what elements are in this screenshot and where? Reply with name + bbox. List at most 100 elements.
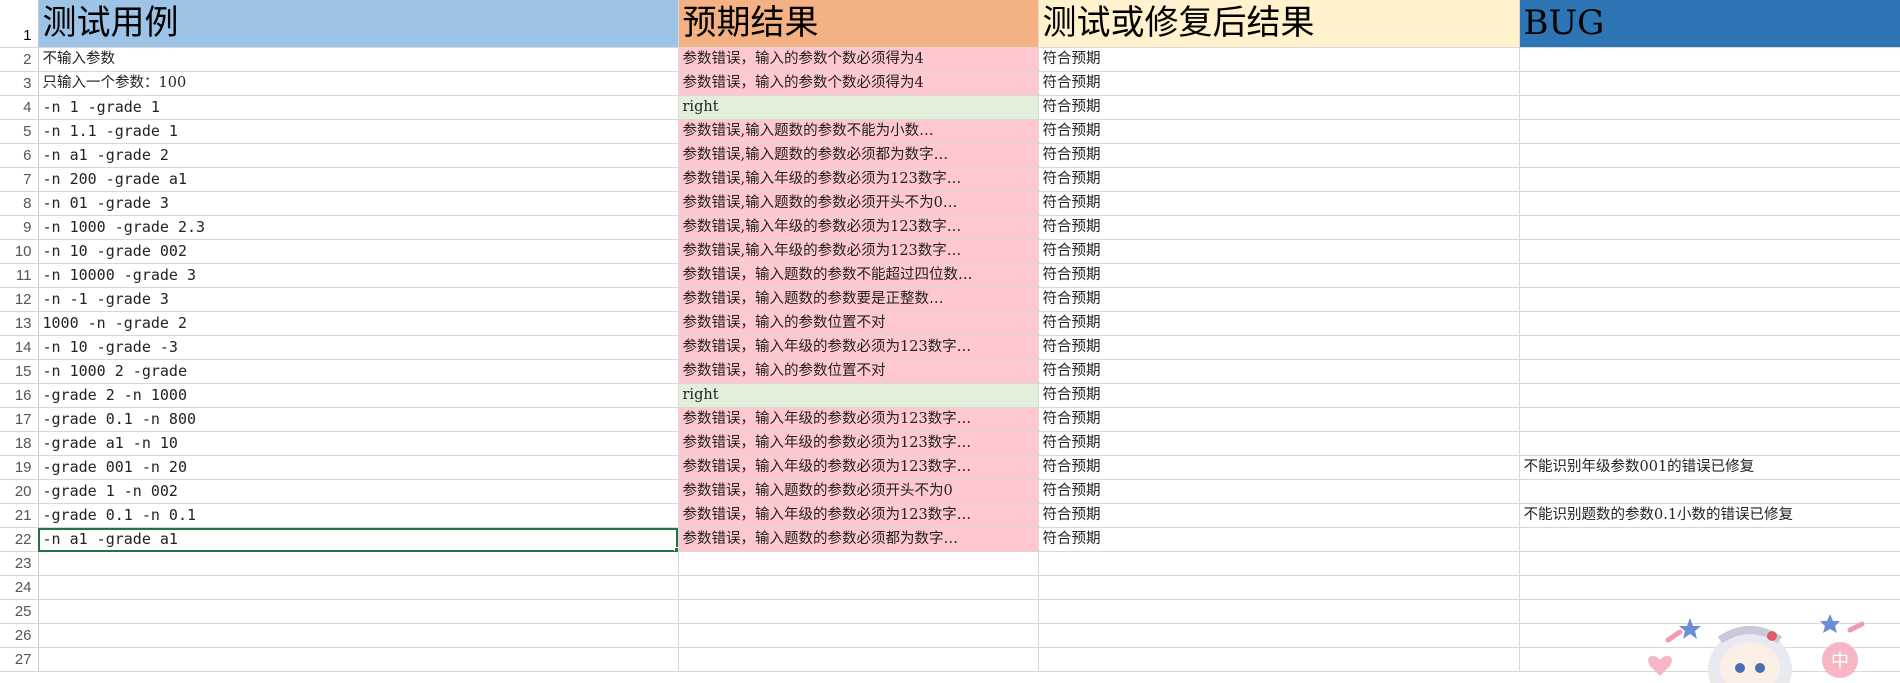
test-case-cell[interactable]: 不输入参数 — [38, 47, 679, 72]
expected-result-cell[interactable]: 参数错误，输入年级的参数必须为123数字… — [678, 407, 1039, 432]
test-case-cell[interactable]: -grade 2 -n 1000 — [38, 383, 679, 408]
test-case-cell[interactable]: -n 10000 -grade 3 — [38, 263, 679, 288]
test-case-cell[interactable]: -n 1 -grade 1 — [38, 95, 679, 120]
expected-result-cell[interactable]: 参数错误，输入年级的参数必须为123数字… — [678, 503, 1039, 528]
row-number[interactable]: 19 — [0, 455, 39, 480]
empty-cell[interactable] — [1038, 623, 1520, 648]
bug-cell[interactable] — [1519, 335, 1900, 360]
row-number[interactable]: 9 — [0, 215, 39, 240]
expected-result-cell[interactable]: 参数错误,输入题数的参数不能为小数… — [678, 119, 1039, 144]
expected-result-cell[interactable]: 参数错误，输入年级的参数必须为123数字… — [678, 431, 1039, 456]
header-bug[interactable]: BUG — [1519, 0, 1900, 48]
empty-cell[interactable] — [678, 647, 1039, 672]
bug-cell[interactable] — [1519, 143, 1900, 168]
actual-result-cell[interactable]: 符合预期 — [1038, 191, 1520, 216]
test-case-cell[interactable]: -n 200 -grade a1 — [38, 167, 679, 192]
fill-handle[interactable] — [673, 547, 677, 551]
actual-result-cell[interactable]: 符合预期 — [1038, 143, 1520, 168]
row-number[interactable]: 3 — [0, 71, 39, 96]
actual-result-cell[interactable]: 符合预期 — [1038, 71, 1520, 96]
bug-cell[interactable] — [1519, 167, 1900, 192]
expected-result-cell[interactable]: 参数错误，输入的参数位置不对 — [678, 359, 1039, 384]
bug-cell[interactable] — [1519, 479, 1900, 504]
test-case-cell[interactable]: -n 1000 2 -grade — [38, 359, 679, 384]
row-number[interactable]: 22 — [0, 527, 39, 552]
expected-result-cell[interactable]: 参数错误,输入年级的参数必须为123数字… — [678, 167, 1039, 192]
test-case-cell[interactable]: -n 1.1 -grade 1 — [38, 119, 679, 144]
row-number[interactable]: 5 — [0, 119, 39, 144]
actual-result-cell[interactable]: 符合预期 — [1038, 167, 1520, 192]
actual-result-cell[interactable]: 符合预期 — [1038, 407, 1520, 432]
test-case-cell[interactable]: -grade 1 -n 002 — [38, 479, 679, 504]
row-number[interactable]: 15 — [0, 359, 39, 384]
test-case-cell[interactable]: -n 10 -grade 002 — [38, 239, 679, 264]
header-test-case[interactable]: 测试用例 — [38, 0, 679, 48]
empty-cell[interactable] — [678, 575, 1039, 600]
empty-cell[interactable] — [1038, 647, 1520, 672]
test-case-cell[interactable]: -n 1000 -grade 2.3 — [38, 215, 679, 240]
bug-cell[interactable] — [1519, 527, 1900, 552]
bug-cell[interactable]: 不能识别题数的参数0.1小数的错误已修复 — [1519, 503, 1900, 528]
row-number[interactable]: 24 — [0, 575, 39, 600]
expected-result-cell[interactable]: 参数错误,输入题数的参数必须开头不为0… — [678, 191, 1039, 216]
actual-result-cell[interactable]: 符合预期 — [1038, 359, 1520, 384]
actual-result-cell[interactable]: 符合预期 — [1038, 311, 1520, 336]
test-case-cell[interactable]: -grade 001 -n 20 — [38, 455, 679, 480]
empty-cell[interactable] — [38, 647, 679, 672]
actual-result-cell[interactable]: 符合预期 — [1038, 95, 1520, 120]
expected-result-cell[interactable]: 参数错误，输入题数的参数不能超过四位数… — [678, 263, 1039, 288]
actual-result-cell[interactable]: 符合预期 — [1038, 239, 1520, 264]
actual-result-cell[interactable]: 符合预期 — [1038, 479, 1520, 504]
bug-cell[interactable] — [1519, 95, 1900, 120]
header-expected-result[interactable]: 预期结果 — [678, 0, 1039, 48]
actual-result-cell[interactable]: 符合预期 — [1038, 263, 1520, 288]
actual-result-cell[interactable]: 符合预期 — [1038, 287, 1520, 312]
row-number[interactable]: 26 — [0, 623, 39, 648]
expected-result-cell[interactable]: 参数错误，输入题数的参数必须开头不为0 — [678, 479, 1039, 504]
row-number[interactable]: 21 — [0, 503, 39, 528]
expected-result-cell[interactable]: 参数错误，输入题数的参数要是正整数… — [678, 287, 1039, 312]
empty-cell[interactable] — [678, 623, 1039, 648]
bug-cell[interactable] — [1519, 383, 1900, 408]
actual-result-cell[interactable]: 符合预期 — [1038, 503, 1520, 528]
expected-result-cell[interactable]: right — [678, 383, 1039, 408]
empty-cell[interactable] — [1038, 599, 1520, 624]
row-number[interactable]: 12 — [0, 287, 39, 312]
header-actual-result[interactable]: 测试或修复后结果 — [1038, 0, 1520, 48]
expected-result-cell[interactable]: 参数错误，输入年级的参数必须为123数字… — [678, 335, 1039, 360]
empty-cell[interactable] — [678, 599, 1039, 624]
row-number[interactable]: 14 — [0, 335, 39, 360]
expected-result-cell[interactable]: 参数错误，输入题数的参数必须都为数字… — [678, 527, 1039, 552]
test-case-cell[interactable]: -n -1 -grade 3 — [38, 287, 679, 312]
bug-cell[interactable] — [1519, 71, 1900, 96]
test-case-cell[interactable]: -grade 0.1 -n 800 — [38, 407, 679, 432]
bug-cell[interactable] — [1519, 239, 1900, 264]
row-number[interactable]: 16 — [0, 383, 39, 408]
test-case-cell[interactable]: -n a1 -grade 2 — [38, 143, 679, 168]
row-number[interactable]: 25 — [0, 599, 39, 624]
empty-cell[interactable] — [38, 551, 679, 576]
expected-result-cell[interactable]: 参数错误，输入的参数位置不对 — [678, 311, 1039, 336]
expected-result-cell[interactable]: 参数错误,输入年级的参数必须为123数字… — [678, 215, 1039, 240]
row-number[interactable]: 18 — [0, 431, 39, 456]
row-number[interactable]: 6 — [0, 143, 39, 168]
row-number[interactable]: 8 — [0, 191, 39, 216]
empty-cell[interactable] — [1038, 575, 1520, 600]
row-number[interactable]: 4 — [0, 95, 39, 120]
test-case-cell[interactable]: -grade a1 -n 10 — [38, 431, 679, 456]
test-case-cell[interactable]: 只输入一个参数：100 — [38, 71, 679, 96]
bug-cell[interactable] — [1519, 191, 1900, 216]
row-number[interactable]: 20 — [0, 479, 39, 504]
row-number[interactable]: 11 — [0, 263, 39, 288]
empty-cell[interactable] — [38, 599, 679, 624]
actual-result-cell[interactable]: 符合预期 — [1038, 119, 1520, 144]
test-case-cell[interactable]: -grade 0.1 -n 0.1 — [38, 503, 679, 528]
bug-cell[interactable] — [1519, 287, 1900, 312]
expected-result-cell[interactable]: right — [678, 95, 1039, 120]
test-case-cell[interactable]: -n 10 -grade -3 — [38, 335, 679, 360]
bug-cell[interactable]: 不能识别年级参数001的错误已修复 — [1519, 455, 1900, 480]
expected-result-cell[interactable]: 参数错误，输入年级的参数必须为123数字… — [678, 455, 1039, 480]
expected-result-cell[interactable]: 参数错误,输入年级的参数必须为123数字… — [678, 239, 1039, 264]
empty-cell[interactable] — [38, 575, 679, 600]
test-case-cell[interactable]: -n a1 -grade a1 — [38, 527, 679, 552]
